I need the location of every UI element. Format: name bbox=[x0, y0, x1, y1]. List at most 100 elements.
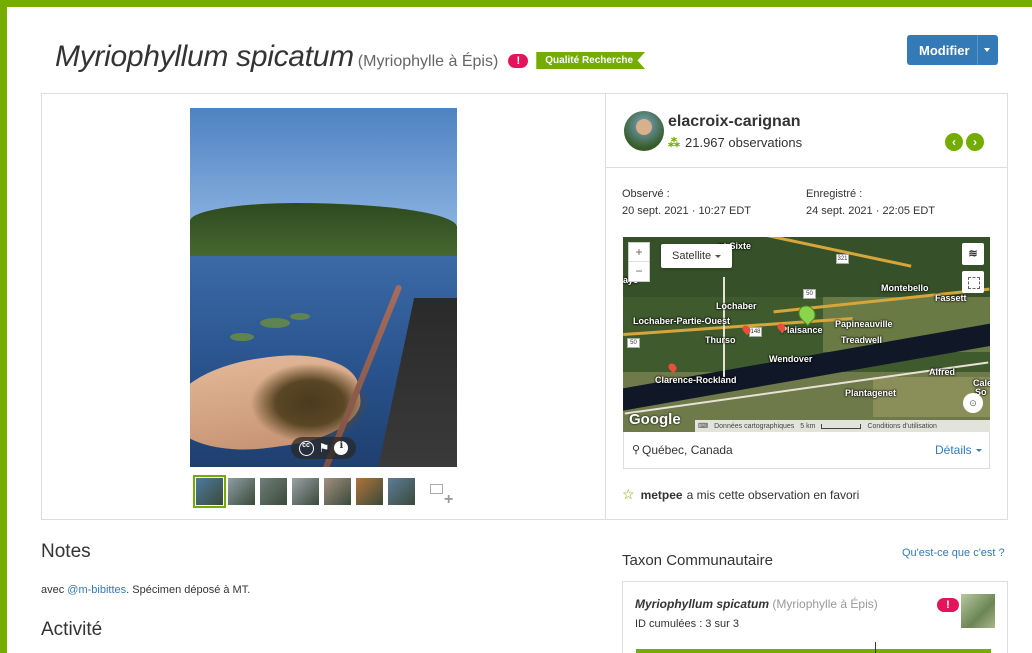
details-dropdown[interactable]: Détails bbox=[935, 443, 982, 457]
map-label: Lochaber bbox=[716, 301, 757, 311]
photo-thumbnail[interactable] bbox=[324, 478, 351, 505]
divider bbox=[875, 642, 876, 653]
notes-text: avec @m-bibittes. Spécimen déposé à MT. bbox=[41, 584, 250, 596]
photo-thumbnail[interactable] bbox=[193, 475, 226, 508]
keyboard-icon[interactable]: ⌨ bbox=[695, 422, 711, 430]
scientific-name[interactable]: Myriophyllum spicatum bbox=[55, 40, 354, 74]
chevron-down-icon[interactable] bbox=[984, 48, 990, 52]
details-label: Détails bbox=[935, 443, 972, 457]
quality-grade-badge: Qualité Recherche bbox=[536, 52, 646, 69]
chevron-right-icon[interactable]: › bbox=[966, 133, 984, 151]
panel-divider bbox=[605, 93, 606, 520]
add-photo-button[interactable]: + bbox=[430, 484, 456, 508]
photo-lily-pad bbox=[260, 318, 290, 328]
map-data-link[interactable]: Données cartographiques bbox=[711, 423, 797, 430]
info-icon[interactable]: i bbox=[334, 441, 349, 455]
notes-suffix: . Spécimen déposé à MT. bbox=[126, 584, 251, 596]
map-attribution: ⌨ Données cartographiques 5 km Condition… bbox=[695, 420, 990, 432]
taxon-thumbnail[interactable] bbox=[961, 594, 995, 628]
community-taxon-name[interactable]: Myriophyllum spicatum (Myriophylle à Épi… bbox=[635, 597, 878, 611]
chevron-down-icon bbox=[975, 448, 982, 452]
top-frame-border bbox=[0, 0, 1032, 7]
chevron-down-icon bbox=[715, 254, 722, 258]
map-type-selector[interactable]: Satellite bbox=[661, 244, 732, 268]
map-label: Plantagenet bbox=[845, 388, 897, 398]
photo-lily-pad bbox=[230, 333, 254, 341]
cc-license-icon[interactable]: cc bbox=[298, 440, 314, 456]
activity-heading: Activité bbox=[41, 619, 103, 640]
favorite-user[interactable]: metpee bbox=[641, 488, 683, 502]
alert-badge[interactable]: ! bbox=[508, 54, 529, 68]
favorite-text: a mis cette observation en favori bbox=[686, 487, 860, 502]
user-divider bbox=[606, 167, 1008, 168]
map-label: Fassett bbox=[935, 293, 967, 303]
map-label: Lochaber-Partie-Ouest bbox=[633, 316, 731, 326]
photo-controls: cc ⚑ i bbox=[291, 437, 356, 459]
recorded-date: 24 sept. 2021 · 22:05 EDT bbox=[806, 205, 936, 217]
map-label: Wendover bbox=[769, 354, 813, 364]
username[interactable]: elacroix-carignan bbox=[668, 113, 801, 131]
highway-shield: 50 bbox=[627, 338, 640, 348]
observation-title: Myriophyllum spicatum (Myriophylle à Épi… bbox=[55, 40, 646, 74]
locate-icon[interactable]: ⊙ bbox=[963, 393, 983, 413]
highway-shield: 50 bbox=[803, 289, 816, 299]
modify-button-label[interactable]: Modifier bbox=[907, 43, 977, 58]
location-map[interactable]: nt-Sixte ayo Montebello Fassett Lochaber… bbox=[623, 237, 990, 432]
common-name: (Myriophylle à Épis) bbox=[357, 53, 499, 70]
observation-count-text: 21.967 observations bbox=[685, 135, 803, 150]
notes-heading: Notes bbox=[41, 541, 91, 562]
map-zoom-control: + − bbox=[628, 242, 650, 282]
photo-thumbnails bbox=[193, 475, 415, 508]
taxon-scientific-name[interactable]: Myriophyllum spicatum bbox=[635, 597, 769, 611]
map-label: Treadwell bbox=[841, 335, 883, 345]
map-label: Alfred bbox=[929, 367, 956, 377]
map-scale-bar bbox=[821, 423, 862, 429]
map-label: Plaisance bbox=[781, 325, 823, 335]
recorded-label: Enregistré : bbox=[806, 188, 863, 200]
zoom-out-button[interactable]: − bbox=[629, 262, 649, 281]
fullscreen-icon[interactable] bbox=[962, 271, 984, 293]
notes-prefix: avec bbox=[41, 584, 68, 596]
photo-thumbnail[interactable] bbox=[228, 478, 255, 505]
google-logo: Google bbox=[629, 411, 681, 428]
user-mention-link[interactable]: @m-bibittes bbox=[67, 584, 126, 596]
star-icon[interactable]: ☆ bbox=[622, 486, 635, 503]
map-pin-icon: ⚲ bbox=[632, 444, 641, 456]
layers-icon[interactable]: ≋ bbox=[962, 243, 984, 265]
chevron-left-icon[interactable]: ‹ bbox=[945, 133, 963, 151]
community-taxon-heading: Taxon Communautaire bbox=[622, 552, 773, 569]
whats-this-link[interactable]: Qu'est-ce que c'est ? bbox=[902, 547, 1005, 559]
button-separator bbox=[977, 35, 978, 65]
photo-thumbnail[interactable] bbox=[292, 478, 319, 505]
map-label: Papineauville bbox=[835, 319, 893, 329]
observed-date: 20 sept. 2021 · 10:27 EDT bbox=[622, 205, 752, 217]
highway-shield: 148 bbox=[749, 327, 762, 337]
photo-thumbnail[interactable] bbox=[388, 478, 415, 505]
image-icon bbox=[430, 484, 443, 494]
modify-button[interactable]: Modifier bbox=[907, 35, 998, 65]
map-label: Clarence-Rockland bbox=[655, 375, 737, 385]
observation-photo[interactable]: cc ⚑ i bbox=[190, 108, 457, 467]
plus-icon: + bbox=[444, 491, 454, 508]
observation-navigation: ‹ › bbox=[945, 133, 984, 151]
photo-lily-pad bbox=[290, 313, 310, 320]
taxon-common-name: (Myriophylle à Épis) bbox=[772, 597, 878, 611]
map-label: Thurso bbox=[705, 335, 736, 345]
id-agreement-bar bbox=[636, 649, 991, 653]
flag-icon[interactable]: ⚑ bbox=[319, 442, 330, 454]
map-scale-label: 5 km bbox=[800, 422, 816, 430]
photo-thumbnail[interactable] bbox=[356, 478, 383, 505]
map-type-label: Satellite bbox=[672, 250, 712, 262]
favorite-row: ☆ metpee a mis cette observation en favo… bbox=[622, 486, 859, 503]
community-taxon-card bbox=[622, 581, 1008, 653]
map-terms-link[interactable]: Conditions d'utilisation bbox=[864, 423, 939, 430]
left-frame-border bbox=[0, 0, 7, 653]
observed-label: Observé : bbox=[622, 188, 670, 200]
photo-treeline bbox=[190, 203, 457, 263]
photo-thumbnail[interactable] bbox=[260, 478, 287, 505]
zoom-in-button[interactable]: + bbox=[629, 243, 649, 262]
taxon-alert-badge[interactable]: ! bbox=[937, 598, 959, 612]
avatar[interactable] bbox=[624, 111, 664, 151]
observation-count[interactable]: ⁂ 21.967 observations bbox=[668, 135, 802, 150]
highway-shield: 321 bbox=[836, 254, 849, 264]
